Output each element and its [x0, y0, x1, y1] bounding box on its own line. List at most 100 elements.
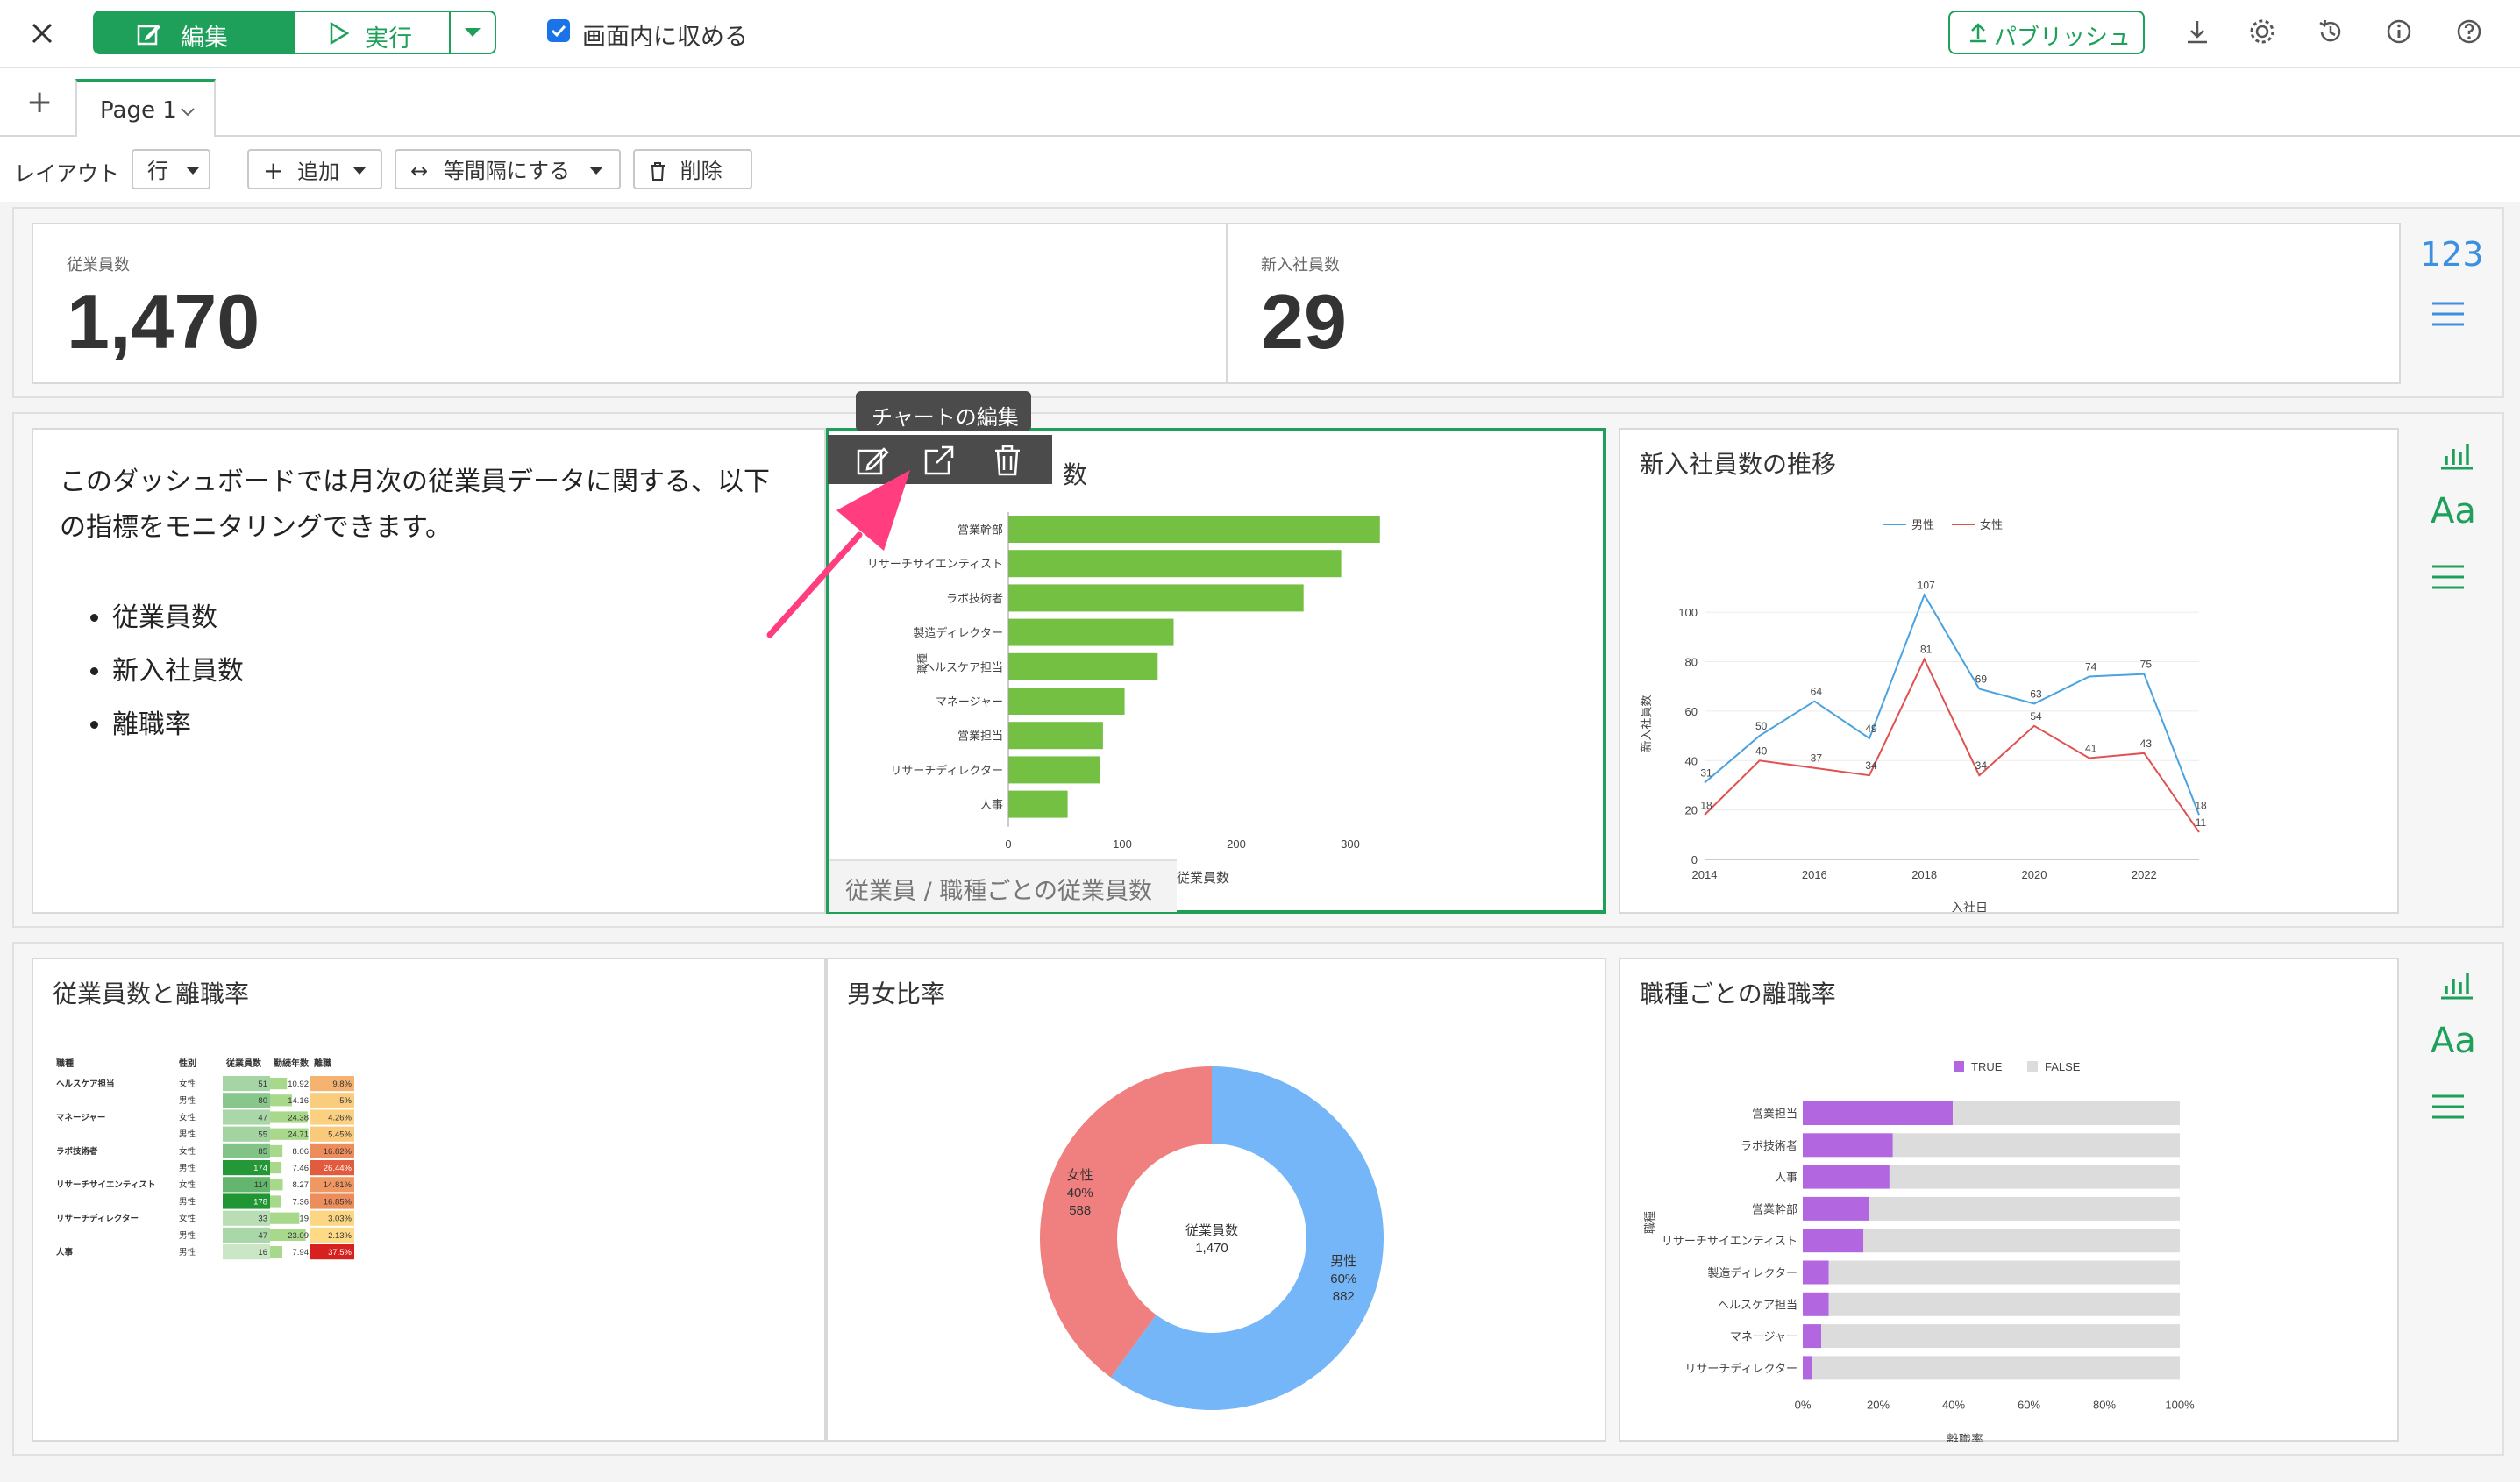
chart-footer-text: 従業員 / 職種ごとの従業員数: [845, 878, 1152, 905]
new-hires-trend-chart-panel[interactable]: 新入社員数の推移 0 20 40 60 80 100 2014 2016 2018 2020 202…: [1619, 428, 2399, 914]
table-cell: 16.82%: [324, 1147, 352, 1157]
employees-attrition-table-panel[interactable]: 従業員数と離職率 職種 性別 従業員数 勤続年数 離職 ヘルスケア担当 女性 51 10.92 9…: [32, 958, 826, 1442]
run-button[interactable]: 実行: [295, 11, 451, 54]
data-label: 34: [1865, 759, 1877, 772]
table-cell: 19: [299, 1215, 309, 1224]
y-axis-title: 職種: [916, 653, 929, 674]
legend-label: FALSE: [2045, 1060, 2081, 1073]
data-label: 31: [1700, 767, 1712, 780]
data-label: 11: [2196, 816, 2207, 829]
add-page-button[interactable]: +: [26, 84, 53, 120]
data-label: 74: [2085, 660, 2097, 673]
menu-icon[interactable]: [2431, 300, 2466, 328]
fit-to-screen-checkbox[interactable]: [547, 19, 570, 42]
bar-segment: [1803, 1324, 1822, 1349]
kpi-row: 従業員数 1,470 新入社員数 29 123: [12, 207, 2504, 398]
text-component-icon[interactable]: Aa: [2431, 491, 2476, 531]
slice-value: 588: [1069, 1203, 1091, 1218]
table-header: 性別: [178, 1058, 196, 1069]
gender-ratio-chart-panel[interactable]: 男女比率 男性 60% 882 女性 40% 588 従業員数 1,470: [826, 958, 1606, 1442]
table-cell: 7.36: [293, 1197, 310, 1207]
y-tick-label: リサーチディレクター: [1684, 1362, 1797, 1375]
description-bullet-list: 従業員数新入社員数離職率: [88, 591, 244, 752]
number-component-icon[interactable]: 123: [2420, 235, 2484, 274]
add-component-label: 追加: [297, 160, 340, 184]
info-icon[interactable]: [2385, 18, 2413, 46]
x-axis-title: 入社日: [1951, 901, 1988, 912]
bar: [1008, 584, 1304, 612]
legend-label: 女性: [1980, 518, 2003, 531]
bar-segment: [1803, 1165, 1890, 1189]
chart-component-icon[interactable]: [2438, 438, 2476, 474]
kpi-label: 従業員数: [67, 256, 130, 274]
data-label: 18: [2195, 799, 2207, 811]
table-cell: 23.09: [288, 1231, 309, 1241]
y-tick-label: 80: [1685, 656, 1698, 669]
help-icon[interactable]: [2455, 18, 2483, 46]
description-text: このダッシュボードでは月次の従業員データに関する、以下の指標をモニタリングできま…: [60, 467, 770, 543]
data-label: 43: [2140, 737, 2153, 750]
publish-button[interactable]: パブリッシュ: [1948, 11, 2145, 54]
y-tick-label: 営業担当: [1752, 1108, 1797, 1121]
y-tick-label: 営業幹部: [1752, 1202, 1797, 1215]
add-component-button[interactable]: + 追加: [247, 149, 382, 189]
donut-center-label: 従業員数: [1185, 1223, 1238, 1238]
table-cell: 26.44%: [324, 1164, 352, 1173]
data-label: 69: [1975, 673, 1988, 686]
description-text-panel[interactable]: このダッシュボードでは月次の従業員データに関する、以下の指標をモニタリングできま…: [32, 428, 826, 914]
table-cell-bar: [270, 1144, 283, 1157]
table-cell-bar: [270, 1246, 282, 1258]
layout-row-select[interactable]: 行: [132, 149, 210, 189]
text-component-icon[interactable]: Aa: [2431, 1021, 2476, 1061]
equal-spacing-button[interactable]: ↔ 等間隔にする: [395, 149, 621, 189]
kpi-card-new-hires[interactable]: 新入社員数 29: [1226, 223, 2401, 384]
close-icon[interactable]: [25, 16, 60, 51]
delete-component-button[interactable]: 削除: [633, 149, 752, 189]
kpi-card-employees[interactable]: 従業員数 1,470: [32, 223, 1228, 384]
table-cell: 女性: [179, 1079, 196, 1089]
play-icon: [330, 21, 350, 46]
y-tick-label: 営業幹部: [957, 524, 1003, 537]
table-cell: 47: [258, 1231, 267, 1241]
bar: [1008, 756, 1100, 784]
edit-button[interactable]: 編集: [93, 11, 295, 54]
history-icon[interactable]: [2317, 18, 2345, 46]
download-icon[interactable]: [2183, 18, 2211, 46]
bar-segment: [1863, 1229, 2180, 1253]
fit-to-screen-label: 画面内に収める: [582, 24, 748, 51]
x-tick-label: 2016: [1802, 868, 1827, 881]
attrition-by-role-chart-panel[interactable]: 職種ごとの離職率 営業担当 ラボ技術者 人事 営業幹部 リサーチサイエンティスト 製造ディ…: [1619, 958, 2399, 1442]
x-tick-label: 80%: [2093, 1399, 2116, 1412]
layout-label: レイアウト: [14, 161, 119, 186]
run-dropdown-button[interactable]: [449, 11, 496, 54]
page-tab-bar: + Page 1: [0, 68, 2520, 137]
menu-icon[interactable]: [2431, 1093, 2466, 1121]
bar-segment: [1889, 1165, 2180, 1189]
bar-segment: [1803, 1356, 1812, 1380]
tab-page-1[interactable]: Page 1: [75, 79, 216, 137]
table-cell: リサーチサイエンティスト: [56, 1180, 155, 1190]
caret-down-icon: [465, 28, 481, 37]
data-label: 40: [1755, 745, 1768, 757]
table-cell: 33: [258, 1215, 267, 1224]
data-label: 41: [2085, 742, 2097, 754]
table-cell: 80: [258, 1096, 267, 1106]
slice-label: 女性: [1067, 1167, 1093, 1183]
bar: [1008, 790, 1068, 818]
x-tick-label: 40%: [1942, 1399, 1965, 1412]
data-label: 107: [1918, 579, 1935, 591]
publish-label: パブリッシュ: [1994, 25, 2132, 51]
employees-by-role-chart-panel[interactable]: 数 営業幹部 リサーチサイエンティスト ラボ技術者 製造ディレクター ヘルスケア担当 マネ…: [826, 428, 1606, 914]
table-cell: 174: [253, 1164, 267, 1173]
description-bullet: 新入社員数: [112, 645, 244, 698]
y-axis-title: 職種: [1643, 1211, 1656, 1234]
chart-footer-label: 従業員 / 職種ごとの従業員数: [829, 859, 1177, 912]
content-row-2: このダッシュボードでは月次の従業員データに関する、以下の指標をモニタリングできま…: [12, 412, 2504, 928]
table-cell-bar: [270, 1162, 282, 1174]
gear-icon[interactable]: [2248, 18, 2276, 46]
trash-icon[interactable]: [993, 444, 1022, 477]
menu-icon[interactable]: [2431, 563, 2466, 591]
attrition-table: 職種 性別 従業員数 勤続年数 離職ヘルスケア担当 女性 51 10.92 9.8%男性 80 14…: [56, 1058, 354, 1260]
chart-component-icon[interactable]: [2438, 968, 2476, 1003]
table-cell: 9.8%: [332, 1079, 352, 1089]
